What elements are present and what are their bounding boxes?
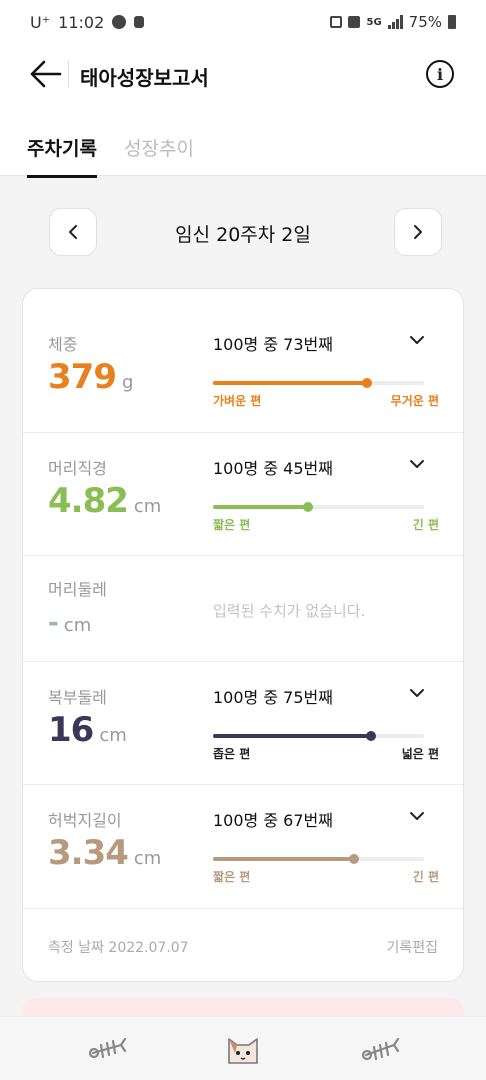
app-bar: 태아성장보고서 i bbox=[0, 44, 486, 104]
battery-label: 75% bbox=[408, 13, 442, 31]
fish-bone-icon[interactable] bbox=[360, 1031, 400, 1067]
status-bar: U⁺ 11:02 5G 75% bbox=[0, 0, 486, 44]
value-unit: cm bbox=[63, 615, 92, 636]
home-icon bbox=[330, 16, 343, 28]
tab-bar: 주차기록 성장추이 bbox=[0, 104, 486, 178]
rank-text: 100명 중 67번째 bbox=[213, 811, 333, 830]
high-label: 넓은 편 bbox=[401, 747, 439, 761]
edit-record-button[interactable]: 기록편집 bbox=[386, 937, 438, 957]
measurement-label: 허벅지길이 bbox=[48, 811, 122, 830]
chevron-down-icon[interactable] bbox=[409, 459, 425, 469]
measurement-value: 4.82 cm bbox=[48, 481, 161, 521]
measurement-date: 측정 날짜 2022.07.07 bbox=[48, 940, 189, 956]
low-label: 짧은 편 bbox=[213, 518, 251, 532]
carrier-label: U⁺ bbox=[30, 12, 51, 32]
time-label: 11:02 bbox=[58, 12, 105, 32]
value-number: 16 bbox=[48, 710, 94, 750]
notification-icon bbox=[134, 16, 145, 28]
value-unit: cm bbox=[133, 848, 162, 869]
low-label: 가벼운 편 bbox=[213, 394, 262, 408]
signal-icon bbox=[387, 15, 403, 29]
value-number: 4.82 bbox=[48, 481, 129, 521]
rank-text: 100명 중 73번째 bbox=[213, 335, 333, 354]
high-label: 긴 편 bbox=[412, 870, 439, 884]
measurement-value: - cm bbox=[48, 608, 91, 638]
measurement-value: 379 g bbox=[48, 357, 133, 397]
percentile-fill bbox=[213, 505, 308, 509]
percentile-fill bbox=[213, 857, 355, 861]
info-icon[interactable]: i bbox=[426, 60, 454, 88]
chevron-down-icon[interactable] bbox=[409, 335, 425, 345]
percentile-fill bbox=[213, 381, 368, 385]
rank-text: 100명 중 45번째 bbox=[213, 459, 333, 478]
measurement-label: 복부둘레 bbox=[48, 688, 107, 707]
percentile-track bbox=[213, 854, 424, 864]
percentile-track bbox=[213, 378, 424, 388]
rank-text: 100명 중 75번째 bbox=[213, 688, 333, 707]
measurement-row-abdominal-circumference[interactable]: 복부둘레 16 cm 100명 중 75번째 좁은 편 넓은 편 bbox=[23, 662, 463, 785]
percentile-knob bbox=[362, 378, 373, 388]
measurement-value: 16 cm bbox=[48, 710, 127, 750]
chevron-down-icon[interactable] bbox=[409, 811, 425, 821]
cat-face-icon[interactable] bbox=[223, 1031, 263, 1067]
next-week-button[interactable] bbox=[394, 208, 442, 256]
high-label: 긴 편 bbox=[412, 518, 439, 532]
measurement-row-weight[interactable]: 체중 379 g 100명 중 73번째 가벼운 편 무거운 편 bbox=[23, 289, 463, 433]
empty-message: 입력된 수치가 없습니다. bbox=[213, 602, 366, 620]
chevron-right-icon bbox=[414, 225, 422, 239]
measurement-card: 체중 379 g 100명 중 73번째 가벼운 편 무거운 편 머리직경 4.… bbox=[22, 288, 464, 982]
measurement-row-head-diameter[interactable]: 머리직경 4.82 cm 100명 중 45번째 짧은 편 긴 편 bbox=[23, 433, 463, 556]
percentile-fill bbox=[213, 734, 372, 738]
talk-icon bbox=[112, 15, 127, 29]
percentile-track bbox=[213, 502, 424, 512]
fish-bone-icon[interactable] bbox=[87, 1031, 127, 1067]
value-unit: cm bbox=[99, 725, 127, 746]
tab-weekly-record[interactable]: 주차기록 bbox=[27, 134, 97, 178]
percentile-knob bbox=[302, 502, 313, 512]
low-label: 좁은 편 bbox=[213, 747, 251, 761]
battery-icon bbox=[448, 15, 456, 29]
value-unit: g bbox=[121, 372, 134, 393]
percentile-knob bbox=[366, 731, 377, 741]
measurement-row-head-circumference[interactable]: 머리둘레 - cm 입력된 수치가 없습니다. bbox=[23, 556, 463, 662]
info-glyph: i bbox=[436, 64, 444, 84]
value-number: 379 bbox=[48, 357, 117, 397]
measurement-label: 머리둘레 bbox=[48, 580, 107, 599]
appbar-divider bbox=[68, 61, 69, 87]
value-unit: cm bbox=[133, 496, 162, 517]
measurement-label: 체중 bbox=[48, 335, 78, 354]
page-title: 태아성장보고서 bbox=[80, 66, 209, 90]
measurement-row-femur-length[interactable]: 허벅지길이 3.34 cm 100명 중 67번째 짧은 편 긴 편 bbox=[23, 785, 463, 909]
measurement-label: 머리직경 bbox=[48, 459, 107, 478]
tab-growth-trend[interactable]: 성장추이 bbox=[124, 134, 194, 161]
mute-icon bbox=[348, 16, 361, 28]
network-label: 5G bbox=[366, 16, 382, 28]
value-number: - bbox=[48, 608, 59, 638]
high-label: 무거운 편 bbox=[390, 394, 439, 408]
chevron-down-icon[interactable] bbox=[409, 688, 425, 698]
measurement-value: 3.34 cm bbox=[48, 833, 161, 873]
week-navigator: 임신 20주차 2일 bbox=[0, 208, 486, 258]
percentile-track bbox=[213, 731, 424, 741]
percentile-knob bbox=[349, 854, 360, 864]
back-arrow-icon[interactable] bbox=[28, 58, 62, 90]
low-label: 짧은 편 bbox=[213, 870, 251, 884]
value-number: 3.34 bbox=[48, 833, 129, 873]
bottom-nav bbox=[0, 1016, 486, 1080]
